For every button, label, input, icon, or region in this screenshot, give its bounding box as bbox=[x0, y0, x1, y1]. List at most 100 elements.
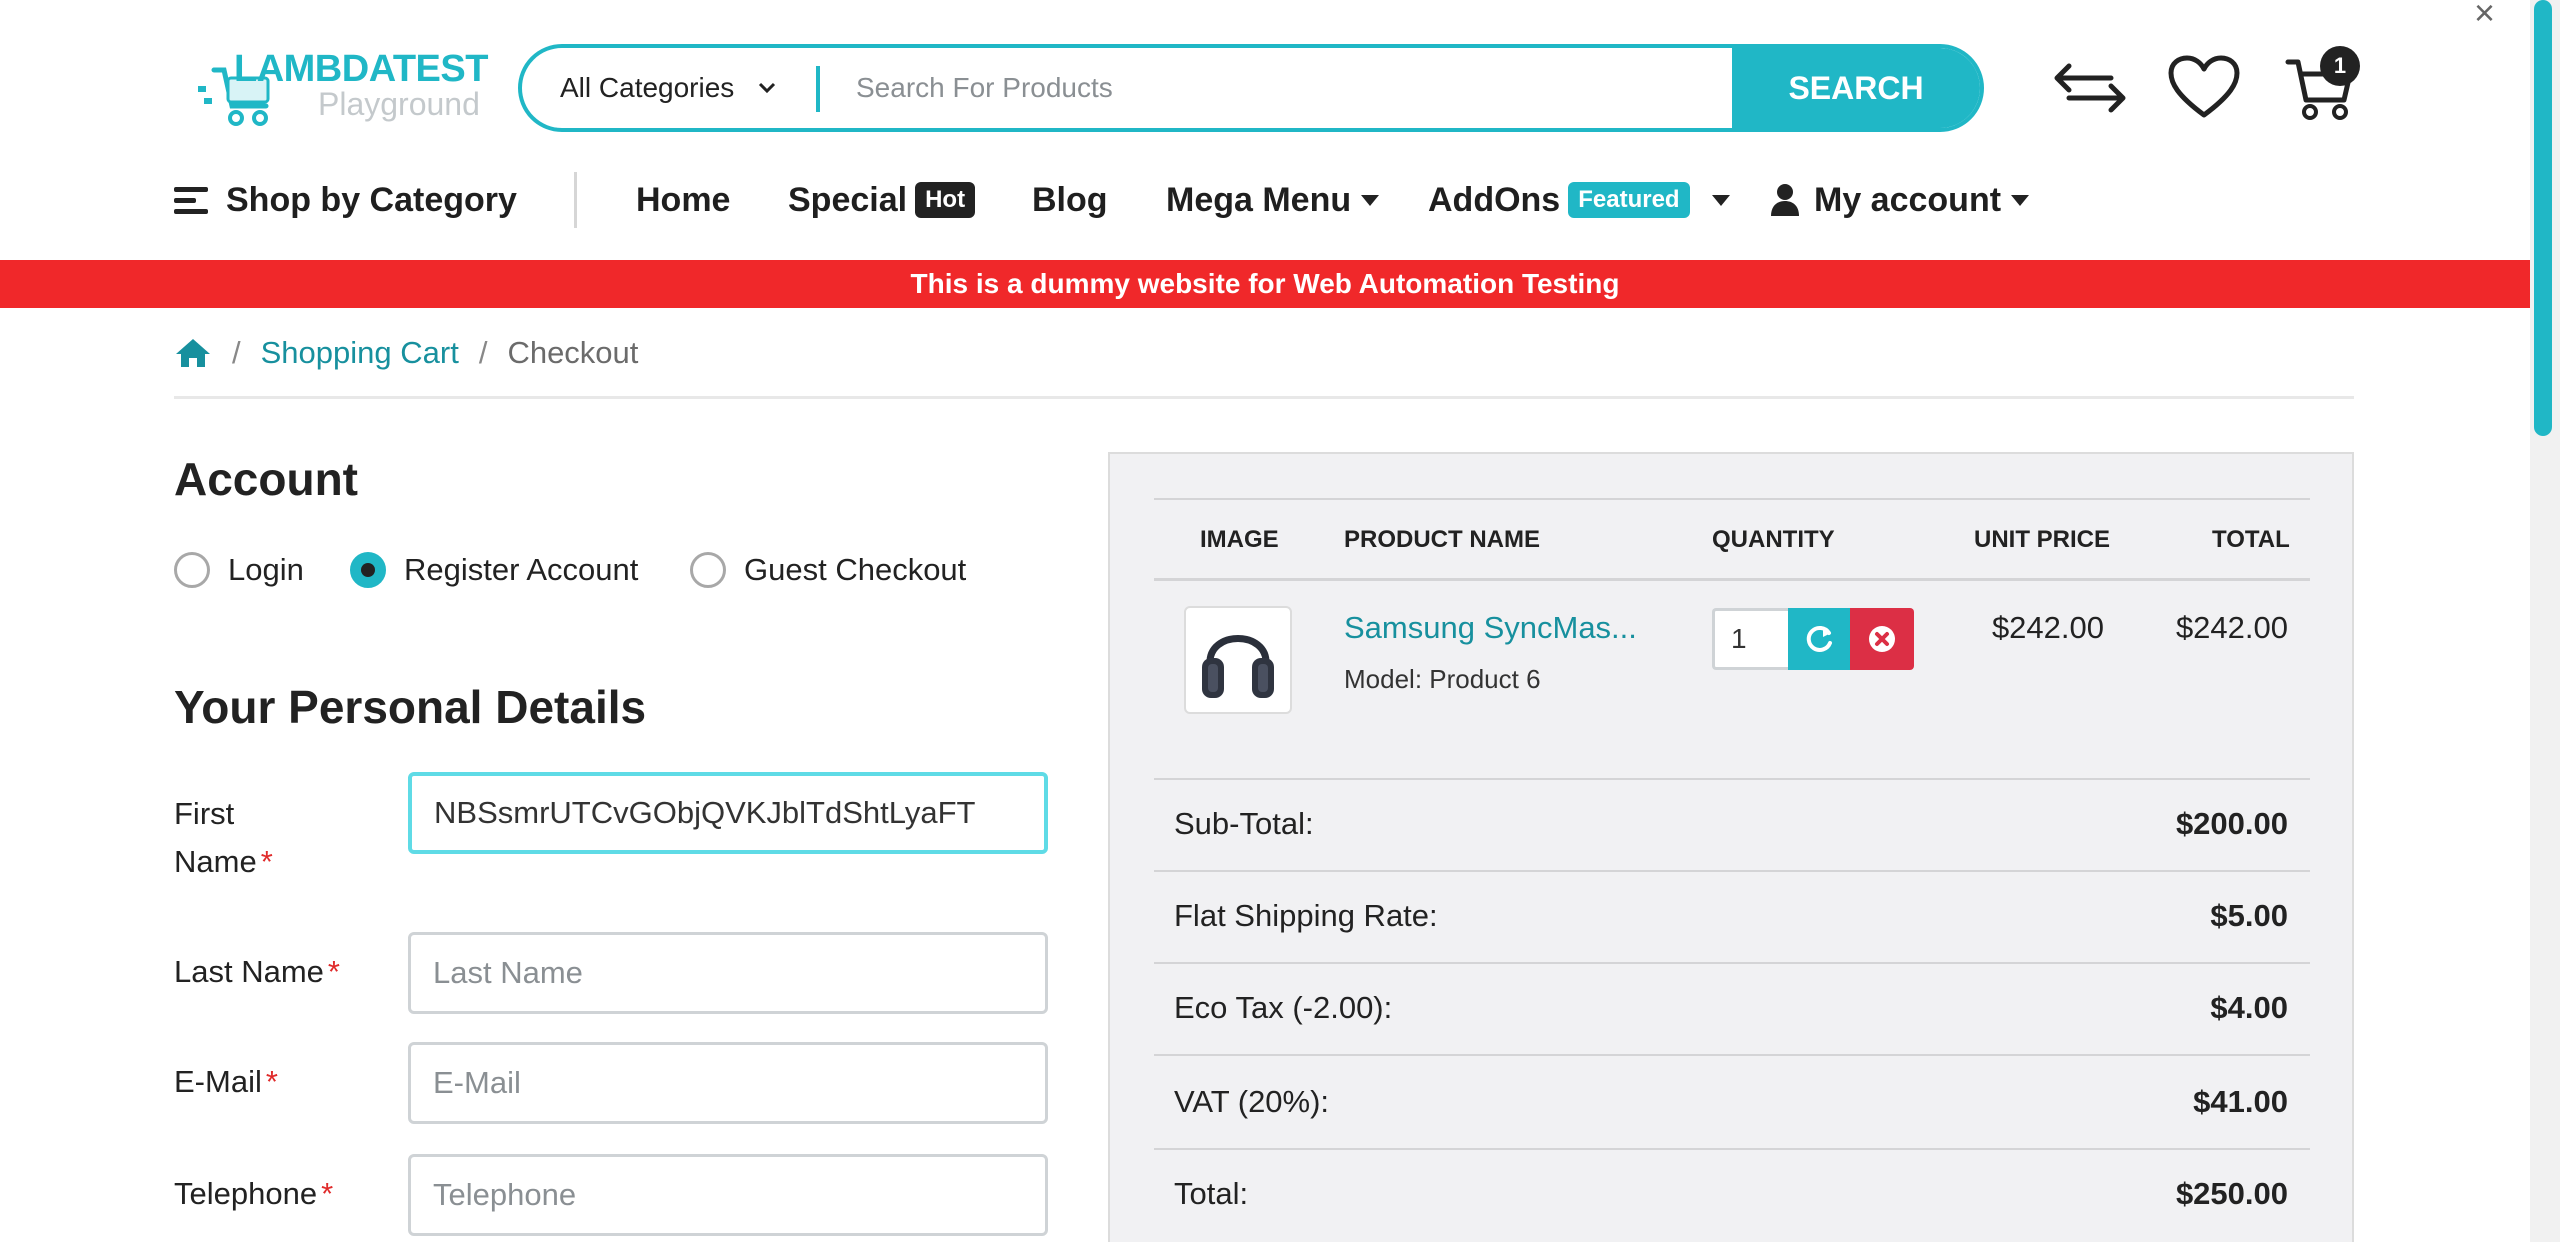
nav-shop-by-category-label: Shop by Category bbox=[226, 180, 517, 219]
breadcrumb-separator: / bbox=[232, 335, 241, 370]
breadcrumb-divider bbox=[174, 396, 2354, 399]
summary-rule bbox=[1154, 1054, 2310, 1056]
required-mark: * bbox=[260, 844, 273, 879]
nav-special[interactable]: Special Hot bbox=[788, 168, 976, 232]
vat-value: $41.00 bbox=[2193, 1084, 2288, 1119]
nav-my-account-label: My account bbox=[1814, 180, 2002, 219]
remove-item-button[interactable] bbox=[1850, 608, 1914, 670]
vat-label: VAT (20%): bbox=[1174, 1084, 1330, 1119]
search-input[interactable] bbox=[820, 48, 1658, 128]
logo-sub-text: Playground bbox=[318, 86, 480, 122]
first-name-label: First Name * bbox=[174, 790, 273, 886]
total-value: $250.00 bbox=[2175, 1176, 2288, 1211]
last-name-label: Last Name * bbox=[174, 948, 340, 996]
nav-shop-by-category[interactable]: Shop by Category bbox=[174, 168, 517, 232]
refresh-icon bbox=[1806, 625, 1832, 652]
home-icon[interactable] bbox=[174, 337, 212, 369]
featured-badge: Featured bbox=[1568, 182, 1690, 218]
product-model: Model: Product 6 bbox=[1344, 664, 1541, 694]
nav-home[interactable]: Home bbox=[636, 168, 730, 232]
caret-down-icon bbox=[1361, 194, 1380, 206]
email-label: E-Mail * bbox=[174, 1058, 278, 1106]
search-button[interactable]: SEARCH bbox=[1732, 48, 1980, 128]
required-mark: * bbox=[321, 1176, 334, 1211]
first-name-label-line2: Name bbox=[174, 844, 257, 879]
table-top-rule bbox=[1154, 498, 2310, 500]
nav-mega-menu[interactable]: Mega Menu bbox=[1166, 168, 1380, 232]
col-header-quantity: QUANTITY bbox=[1712, 526, 1835, 553]
nav-addons-label: AddOns bbox=[1428, 180, 1561, 219]
summary-rule bbox=[1154, 1148, 2310, 1150]
scrollbar-thumb[interactable] bbox=[2534, 0, 2552, 436]
caret-down-icon bbox=[2011, 194, 2030, 206]
category-select-value: All Categories bbox=[560, 72, 735, 103]
chevron-down-icon bbox=[759, 82, 776, 94]
radio-login-control[interactable] bbox=[174, 552, 210, 588]
nav-divider bbox=[574, 172, 577, 228]
total-cell: $242.00 bbox=[2175, 610, 2288, 645]
user-icon bbox=[1771, 184, 1799, 216]
caret-down-icon bbox=[1711, 194, 1730, 206]
nav-mega-menu-label: Mega Menu bbox=[1166, 180, 1352, 219]
table-header-rule bbox=[1154, 578, 2310, 581]
subtotal-value: $200.00 bbox=[2175, 806, 2288, 841]
cart-button[interactable]: 1 bbox=[2280, 46, 2360, 128]
radio-guest-control[interactable] bbox=[690, 552, 726, 588]
compare-button[interactable] bbox=[2050, 48, 2130, 128]
wishlist-button[interactable] bbox=[2164, 48, 2244, 128]
quantity-input[interactable] bbox=[1712, 608, 1788, 670]
subtotal-label: Sub-Total: bbox=[1174, 806, 1314, 841]
radio-guest-label: Guest Checkout bbox=[744, 552, 967, 587]
col-header-total: TOTAL bbox=[2212, 526, 2290, 553]
last-name-label-text: Last Name bbox=[174, 954, 324, 989]
radio-guest-checkout[interactable]: Guest Checkout bbox=[690, 550, 966, 590]
cart-summary-panel: IMAGE PRODUCT NAME QUANTITY UNIT PRICE T… bbox=[1108, 452, 2354, 1242]
telephone-label-text: Telephone bbox=[174, 1176, 318, 1211]
telephone-label: Telephone * bbox=[174, 1170, 333, 1218]
hot-badge: Hot bbox=[915, 182, 976, 218]
radio-register-label: Register Account bbox=[404, 552, 639, 587]
radio-register-account[interactable]: Register Account bbox=[350, 550, 638, 590]
product-thumbnail[interactable] bbox=[1184, 606, 1292, 714]
nav-my-account[interactable]: My account bbox=[1770, 168, 2030, 232]
close-icon[interactable]: × bbox=[2474, 0, 2495, 34]
logo-brand-text: LAMBDATEST bbox=[234, 48, 488, 90]
compare-arrows-icon bbox=[2054, 63, 2126, 113]
nav-special-label: Special bbox=[788, 180, 908, 219]
required-mark: * bbox=[265, 1064, 278, 1099]
first-name-input[interactable] bbox=[408, 772, 1048, 854]
nav-blog[interactable]: Blog bbox=[1032, 168, 1108, 232]
unit-price-cell: $242.00 bbox=[1991, 610, 2104, 645]
shipping-label: Flat Shipping Rate: bbox=[1174, 898, 1438, 933]
email-label-text: E-Mail bbox=[174, 1064, 262, 1099]
email-input[interactable] bbox=[408, 1042, 1048, 1124]
breadcrumb-shopping-cart[interactable]: Shopping Cart bbox=[261, 335, 459, 371]
summary-rule bbox=[1154, 870, 2310, 872]
site-logo[interactable]: LAMBDATEST Playground bbox=[196, 46, 496, 136]
product-name-link[interactable]: Samsung SyncMas... bbox=[1344, 610, 1637, 646]
eco-tax-label: Eco Tax (-2.00): bbox=[1174, 990, 1393, 1025]
col-header-image: IMAGE bbox=[1200, 526, 1279, 553]
breadcrumb: / Shopping Cart / Checkout bbox=[174, 330, 638, 376]
breadcrumb-current: Checkout bbox=[507, 335, 639, 370]
radio-register-control[interactable] bbox=[350, 552, 386, 588]
col-header-unit-price: UNIT PRICE bbox=[1974, 526, 2111, 553]
eco-tax-value: $4.00 bbox=[2210, 990, 2288, 1025]
heart-icon bbox=[2168, 55, 2240, 118]
account-heading: Account bbox=[174, 453, 358, 505]
first-name-label-line1: First bbox=[174, 796, 235, 831]
personal-details-heading: Your Personal Details bbox=[174, 681, 647, 733]
required-mark: * bbox=[327, 954, 340, 989]
breadcrumb-separator: / bbox=[478, 335, 488, 370]
update-quantity-button[interactable] bbox=[1788, 608, 1850, 670]
shipping-value: $5.00 bbox=[2210, 898, 2288, 933]
col-header-product-name: PRODUCT NAME bbox=[1344, 526, 1540, 553]
radio-login[interactable]: Login bbox=[174, 550, 304, 590]
notice-banner: This is a dummy website for Web Automati… bbox=[0, 260, 2530, 308]
nav-addons[interactable]: AddOns Featured bbox=[1428, 168, 1730, 232]
category-select[interactable]: All Categories bbox=[522, 48, 818, 128]
telephone-input[interactable] bbox=[408, 1154, 1048, 1236]
cart-count-badge: 1 bbox=[2320, 46, 2360, 86]
headphones-image bbox=[1202, 635, 1274, 698]
last-name-input[interactable] bbox=[408, 932, 1048, 1014]
